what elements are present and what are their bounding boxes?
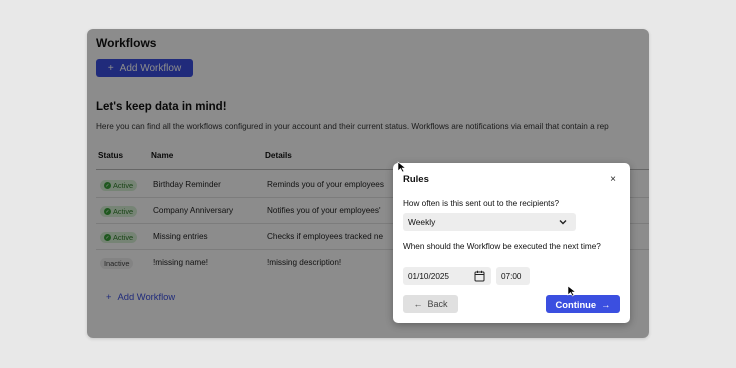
frequency-select[interactable]: Weekly (403, 213, 576, 231)
frequency-value: Weekly (408, 217, 436, 227)
back-label: Back (427, 299, 448, 309)
arrow-left-icon: ← (413, 299, 423, 309)
continue-button[interactable]: Continue → (546, 295, 620, 313)
continue-label: Continue (555, 298, 597, 310)
date-input[interactable]: 01/10/2025 (403, 267, 491, 285)
back-button[interactable]: ← Back (403, 295, 458, 313)
cursor-icon (397, 161, 407, 173)
close-icon[interactable]: × (610, 174, 616, 185)
calendar-icon[interactable] (474, 270, 485, 282)
cursor-icon (567, 285, 577, 297)
schedule-question: When should the Workflow be executed the… (403, 242, 601, 251)
chevron-down-icon (559, 220, 567, 225)
frequency-question: How often is this sent out to the recipi… (403, 199, 560, 208)
time-input[interactable]: 07:00 (496, 267, 530, 285)
arrow-right-icon: → (601, 298, 611, 310)
dialog-title: Rules (403, 174, 429, 185)
rules-dialog: Rules × How often is this sent out to th… (393, 163, 630, 323)
date-value: 01/10/2025 (408, 272, 449, 281)
time-value: 07:00 (501, 272, 522, 281)
